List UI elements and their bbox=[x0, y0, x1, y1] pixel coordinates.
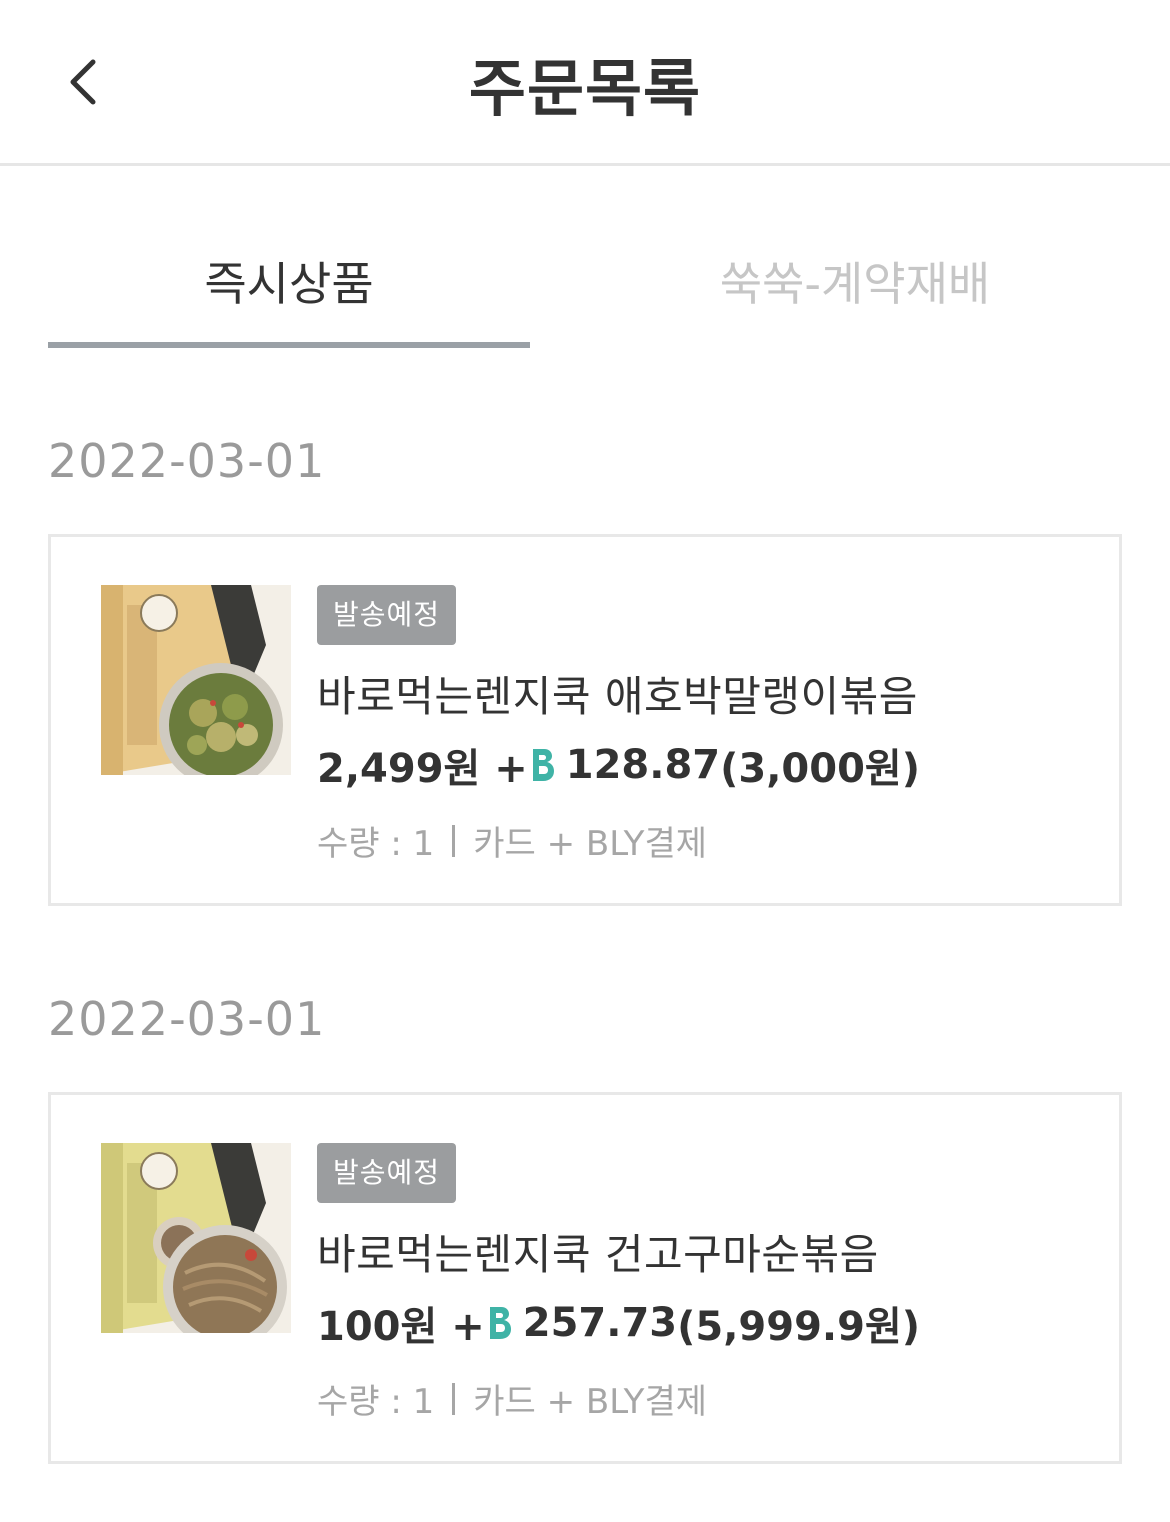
product-name: 바로먹는렌지쿡 건고구마순볶음 bbox=[317, 1230, 879, 1279]
payment-method: 카드 + BLY결제 bbox=[473, 1382, 708, 1422]
coin-amount: 257.73 bbox=[522, 1300, 678, 1346]
status-badge: 발송예정 bbox=[317, 585, 457, 645]
page-title: 주문목록 bbox=[468, 52, 702, 125]
price-line: 100원 + 257.73 (5,999.9원) bbox=[317, 1294, 1099, 1352]
coin-amount: 128.87 bbox=[565, 742, 721, 788]
order-meta: 수량 : 1 카드 + BLY결제 bbox=[317, 1374, 1099, 1423]
order-date: 2022-03-01 bbox=[48, 434, 326, 488]
b-coin-icon bbox=[489, 1307, 511, 1339]
tab-instant-products[interactable]: 즉시상품 bbox=[48, 230, 530, 350]
coin-krw-equivalent: (3,000원) bbox=[720, 746, 921, 792]
order-date: 2022-03-01 bbox=[48, 992, 326, 1046]
price-krw: 100원 + bbox=[317, 1304, 485, 1350]
tab-contract-farming[interactable]: 쑥쑥-계약재배 bbox=[588, 230, 1122, 350]
order-meta: 수량 : 1 카드 + BLY결제 bbox=[317, 816, 1099, 865]
meta-divider bbox=[452, 1382, 456, 1415]
product-name: 바로먹는렌지쿡 애호박말랭이볶음 bbox=[317, 672, 918, 721]
product-thumbnail bbox=[101, 1143, 291, 1333]
product-thumbnail bbox=[101, 585, 291, 775]
quantity-label: 수량 : 1 bbox=[317, 1382, 435, 1422]
order-card[interactable]: 발송예정 바로먹는렌지쿡 애호박말랭이볶음 2,499원 + 128.87 (3… bbox=[48, 534, 1122, 906]
order-tabs: 즉시상품 쑥쑥-계약재배 bbox=[48, 230, 1122, 350]
quantity-label: 수량 : 1 bbox=[317, 824, 435, 864]
coin-krw-equivalent: (5,999.9원) bbox=[677, 1304, 921, 1350]
app-header: 주문목록 bbox=[0, 0, 1170, 166]
b-coin-icon bbox=[532, 749, 554, 781]
tab-label: 쑥쑥-계약재배 bbox=[719, 257, 991, 311]
payment-method: 카드 + BLY결제 bbox=[473, 824, 708, 864]
price-krw: 2,499원 + bbox=[317, 746, 528, 792]
order-card[interactable]: 발송예정 바로먹는렌지쿡 건고구마순볶음 100원 + 257.73 (5,99… bbox=[48, 1092, 1122, 1464]
zucchini-dish-package-image bbox=[101, 585, 291, 775]
tab-label: 즉시상품 bbox=[204, 257, 374, 311]
active-tab-indicator bbox=[48, 342, 530, 348]
meta-divider bbox=[452, 824, 456, 857]
status-badge: 발송예정 bbox=[317, 1143, 457, 1203]
price-line: 2,499원 + 128.87 (3,000원) bbox=[317, 736, 1099, 794]
sweet-potato-stem-dish-package-image bbox=[101, 1143, 291, 1333]
